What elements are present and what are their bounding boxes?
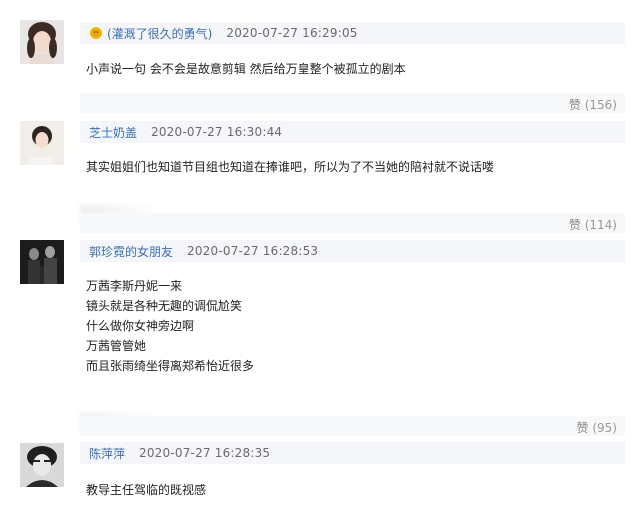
like-label: 赞 <box>568 218 581 232</box>
avatar[interactable] <box>20 240 64 284</box>
like-label: 赞 <box>568 98 581 112</box>
comment-line: 教导主任驾临的既视感 <box>86 483 207 497</box>
comment-line: 什么做你女神旁边啊 <box>86 319 195 333</box>
comment-line: 其实姐姐们也知道节目组也知道在捧谁吧，所以为了不当她的陪衬就不说话喽 <box>86 160 495 174</box>
comment-list: (灌溉了很久的勇气) 2020-07-27 16:29:05 小声说一句 会不会… <box>0 0 640 520</box>
comment-header: (灌溉了很久的勇气) 2020-07-27 16:29:05 <box>80 22 625 44</box>
comment-text: 教导主任驾临的既视感 <box>86 480 206 500</box>
comment-line: 万茜李斯丹妮一来 <box>86 279 183 293</box>
like-count: (156) <box>584 98 617 112</box>
comment-header: 芝士奶盖 2020-07-27 16:30:44 <box>80 121 625 143</box>
comment-footer: 赞 (95) <box>80 416 625 436</box>
comment-line: 镜头就是各种无趣的调侃尬笑 <box>86 299 243 313</box>
like-button[interactable]: 赞 (114) <box>569 216 617 233</box>
like-button[interactable]: 赞 (156) <box>569 96 617 113</box>
comment-line: 而且张雨绮坐得离郑希怡近很多 <box>86 359 255 373</box>
sun-badge-icon <box>89 26 103 40</box>
avatar[interactable] <box>20 443 64 487</box>
comment-header: 陈萍萍 2020-07-27 16:28:35 <box>80 442 625 464</box>
comment-text: 小声说一句 会不会是故意剪辑 然后给万皇整个被孤立的剧本 <box>86 59 406 79</box>
username-link[interactable]: 郭珍霓的女朋友 <box>89 243 173 260</box>
comment-text: 万茜李斯丹妮一来 镜头就是各种无趣的调侃尬笑 什么做你女神旁边啊 万茜管管她 而… <box>86 276 254 376</box>
username-link[interactable]: 陈萍萍 <box>89 445 125 462</box>
like-count: (95) <box>592 421 617 435</box>
comment-line: 小声说一句 会不会是故意剪辑 然后给万皇整个被孤立的剧本 <box>86 62 406 76</box>
like-count: (114) <box>584 218 617 232</box>
username-link[interactable]: (灌溉了很久的勇气) <box>107 25 212 42</box>
avatar[interactable] <box>20 121 64 165</box>
comment-footer: 赞 (156) <box>80 93 625 113</box>
comment-header: 郭珍霓的女朋友 2020-07-27 16:28:53 <box>80 240 625 262</box>
timestamp: 2020-07-27 16:28:53 <box>187 244 319 258</box>
avatar[interactable] <box>20 20 64 64</box>
timestamp: 2020-07-27 16:28:35 <box>139 446 271 460</box>
like-label: 赞 <box>576 421 589 435</box>
username-link[interactable]: 芝士奶盖 <box>89 124 137 141</box>
comment-footer: 赞 (114) <box>80 213 625 233</box>
like-button[interactable]: 赞 (95) <box>577 419 617 436</box>
comment-text: 其实姐姐们也知道节目组也知道在捧谁吧，所以为了不当她的陪衬就不说话喽 <box>86 157 494 177</box>
timestamp: 2020-07-27 16:29:05 <box>226 26 358 40</box>
timestamp: 2020-07-27 16:30:44 <box>151 125 283 139</box>
comment-line: 万茜管管她 <box>86 339 147 353</box>
